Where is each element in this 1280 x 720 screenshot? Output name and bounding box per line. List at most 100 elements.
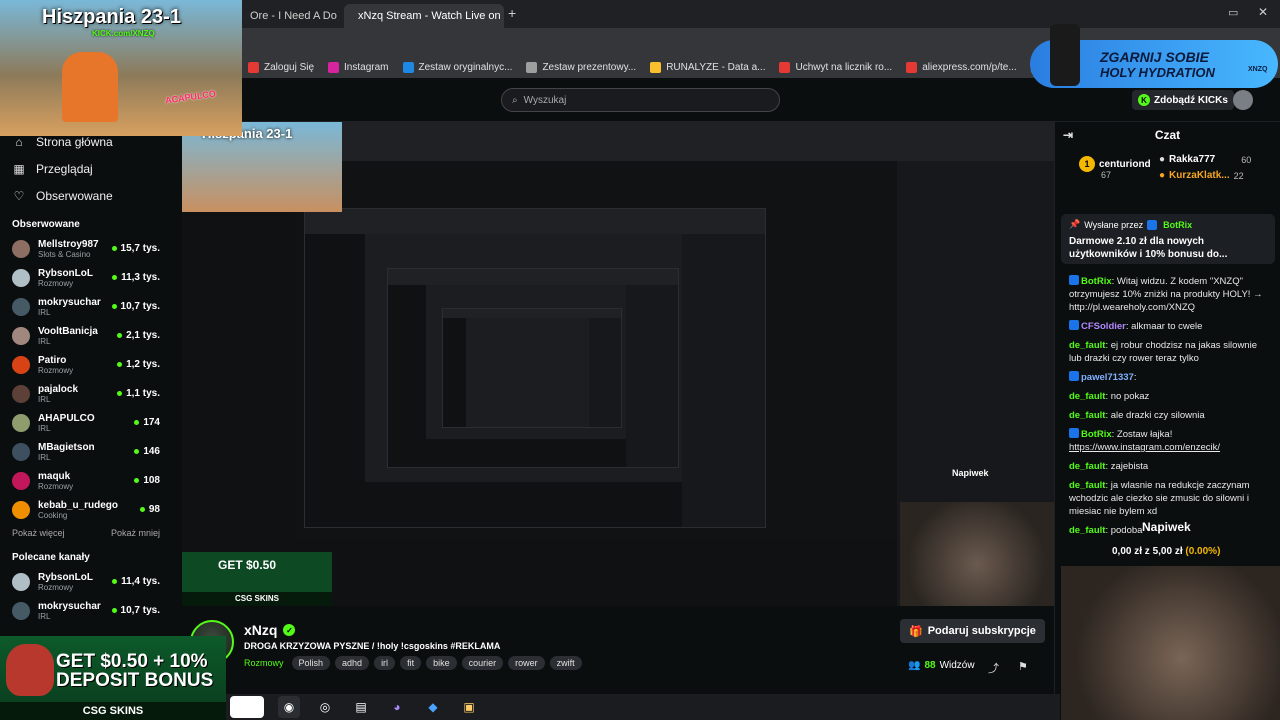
chat-username[interactable]: de_fault (1069, 391, 1105, 402)
share-icon[interactable]: ⤴ (988, 660, 999, 676)
chat-username[interactable]: pawel71337 (1081, 372, 1134, 383)
chat-message: BotRix: Witaj widzu. Z kodem "XNZQ" otrz… (1069, 275, 1263, 313)
leaderboard: 1 centuriond 67 ● Rakka777 60 ● KurzaKla… (1055, 148, 1280, 192)
channel-item[interactable]: Mellstroy987 Slots & Casino 15,7 tys. (0, 234, 172, 263)
streamer-name-text: xNzq (244, 622, 278, 638)
tag-chip[interactable]: rower (508, 656, 545, 670)
live-dot-icon (117, 391, 123, 396)
terminal-icon[interactable]: ▤ (350, 696, 372, 718)
channel-name: maquk (38, 470, 71, 482)
gift-icon: ● (1159, 154, 1166, 165)
mirror-csg-logo: CSG SKINS (182, 592, 332, 606)
bookmark-item[interactable]: Zestaw prezentowy... (526, 61, 636, 73)
show-less-button[interactable]: Pokaż mniej (111, 528, 160, 538)
tag-chip[interactable]: adhd (335, 656, 370, 670)
bookmark-item[interactable]: Zaloguj Się (248, 61, 314, 73)
csg-logo: CSG SKINS (0, 702, 226, 720)
tab-stream[interactable]: xNzq Stream - Watch Live on K ✕ (344, 4, 504, 28)
close-window-icon[interactable]: ✕ (1258, 5, 1268, 19)
discord-icon[interactable]: ◕ (386, 696, 408, 718)
bookmark-item[interactable]: RUNALYZE - Data a... (650, 61, 765, 73)
leader-3[interactable]: ● KurzaKlatk... 22 (1159, 170, 1244, 181)
search-input[interactable]: ⌕ Wyszukaj (501, 88, 780, 112)
channel-avatar (12, 500, 30, 519)
tip-progress: 0,00 zł z 5,00 zł (0.00%) (1112, 546, 1220, 557)
channel-name: Mellstroy987 (38, 238, 99, 250)
channel-item[interactable]: AHAPULCO IRL 174 (0, 408, 172, 437)
live-dot-icon (139, 507, 145, 512)
viewer-count-text: 174 (143, 417, 160, 428)
tag-chip[interactable]: fit (400, 656, 422, 670)
live-dot-icon (112, 275, 118, 280)
bookmark-item[interactable]: Uchwyt na licznik ro... (779, 61, 892, 73)
viewer-count-text: 10,7 tys. (120, 605, 160, 616)
tab-music[interactable]: Ore - I Need A Do ✕ (242, 4, 340, 28)
chat-username[interactable]: de_fault (1069, 410, 1105, 421)
csg-overlay: GET $0.50 + 10% DEPOSIT BONUS CSG SKINS (0, 636, 226, 720)
new-tab-button[interactable]: + (508, 5, 516, 21)
viewers-label: Widzów (939, 660, 975, 671)
obs-icon[interactable]: ◎ (314, 696, 336, 718)
viewer-count-text: 2,1 tys. (126, 330, 160, 341)
channel-category: IRL (38, 611, 51, 621)
channel-name: Patiro (38, 354, 67, 366)
channel-name: pajalock (38, 383, 79, 395)
show-more-button[interactable]: Pokaż więcej (12, 528, 65, 538)
browse-icon: ▦ (13, 161, 25, 176)
channel-item[interactable]: Patiro Rozmowy 1,2 tys. (0, 350, 172, 379)
channel-item[interactable]: MBagietson IRL 146 (0, 437, 172, 466)
app-icon[interactable]: ◆ (422, 696, 444, 718)
channel-item[interactable]: mokrysuchar IRL 10,7 tys. (0, 292, 172, 321)
chat-username[interactable]: BotRix (1081, 429, 1112, 440)
channel-item[interactable]: mokrysuchar IRL 10,7 tys. (0, 596, 172, 625)
tag-chip[interactable]: Polish (291, 656, 331, 670)
bookmark-item[interactable]: Zestaw oryginalnyc... (402, 61, 512, 73)
sidebar-nav-item[interactable]: ▦ Przeglądaj (0, 155, 172, 182)
tag-chip[interactable]: bike (426, 656, 457, 670)
sidebar-nav-item[interactable]: ♡ Obserwowane (0, 182, 172, 209)
channel-item[interactable]: VooltBanicja IRL 2,1 tys. (0, 321, 172, 350)
channel-category: IRL (38, 336, 51, 346)
chat-username[interactable]: CFSoldier (1081, 321, 1126, 332)
chrome-icon[interactable]: ◉ (278, 696, 300, 718)
pinned-prefix: Wysłane przez (1084, 219, 1144, 230)
leader-2[interactable]: ● Rakka777 60 (1159, 154, 1251, 165)
chat-username[interactable]: de_fault (1069, 340, 1105, 351)
bookmark-favicon-icon (248, 61, 259, 73)
chat-username[interactable]: de_fault (1069, 461, 1105, 472)
channel-item[interactable]: maquk Rozmowy 108 (0, 466, 172, 495)
chat-username[interactable]: de_fault (1069, 525, 1105, 536)
chat-username[interactable]: de_fault (1069, 480, 1105, 491)
files-icon[interactable]: ▣ (458, 696, 480, 718)
channel-viewers: 2,1 tys. (117, 330, 160, 341)
badge-icon (1069, 428, 1079, 438)
channel-item[interactable]: RybsonLoL Rozmowy 11,3 tys. (0, 263, 172, 292)
viewer-count-text: 11,4 tys. (121, 576, 160, 587)
kicks-button[interactable]: K Zdobądź KICKs (1132, 90, 1234, 110)
channel-avatar (12, 355, 30, 374)
leader-1[interactable]: 1 centuriond (1079, 156, 1151, 172)
tag-chip[interactable]: irl (374, 656, 396, 670)
category-link[interactable]: Rozmowy (244, 658, 284, 668)
bookmark-item[interactable]: Instagram (328, 61, 389, 73)
avatar[interactable] (1233, 90, 1253, 110)
viewer-count-text: 108 (143, 475, 160, 486)
viewer-count-text: 11,3 tys. (121, 272, 160, 283)
tag-chip[interactable]: courier (461, 656, 504, 670)
channel-avatar (12, 471, 30, 490)
gift-subscription-button[interactable]: 🎁 Podaruj subskrypcje (900, 619, 1045, 643)
streamer-name[interactable]: xNzq ✓ (244, 622, 296, 638)
channel-item[interactable]: kebab_u_rudego Cooking 98 (0, 495, 172, 524)
collapse-chat-icon[interactable]: ⇥ (1063, 128, 1073, 142)
start-button[interactable] (230, 696, 264, 718)
pinned-message[interactable]: 📌 Wysłane przez BotRix Darmowe 2.10 zł d… (1061, 214, 1275, 264)
bookmark-item[interactable]: aliexpress.com/p/te... (906, 61, 1017, 73)
chat-username[interactable]: BotRix (1081, 276, 1112, 287)
channel-item[interactable]: pajalock IRL 1,1 tys. (0, 379, 172, 408)
report-icon[interactable]: ⚑ (1018, 660, 1028, 673)
channel-item[interactable]: RybsonLoL Rozmowy 11,4 tys. (0, 567, 172, 596)
chat-link[interactable]: https://www.instagram.com/enzecik/ (1069, 442, 1220, 453)
tag-chip[interactable]: zwift (549, 656, 582, 670)
csg-line1: GET $0.50 + 10% (56, 651, 208, 672)
minimize-icon[interactable]: ▭ (1228, 6, 1238, 19)
